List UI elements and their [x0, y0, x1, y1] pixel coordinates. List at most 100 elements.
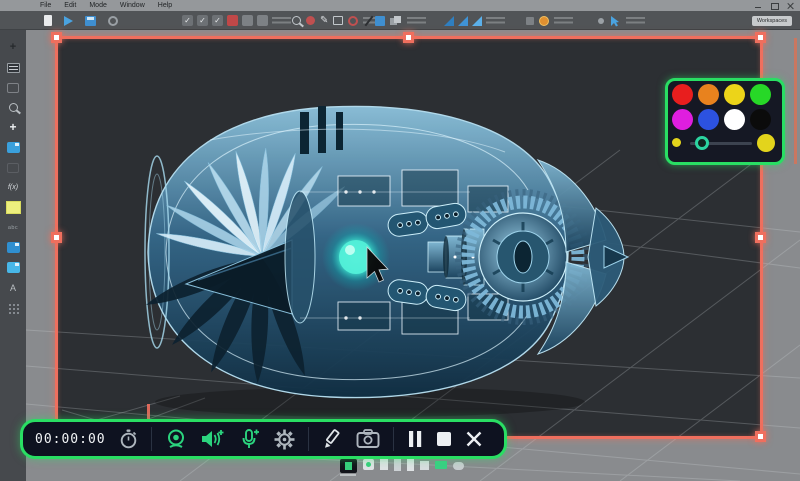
taskbar-app-icon[interactable]: [407, 459, 414, 471]
menu-help[interactable]: Help: [158, 0, 172, 11]
color-green-swatch[interactable]: [750, 84, 771, 105]
size-slider-handle[interactable]: [695, 136, 709, 150]
annotate-tool-icon[interactable]: [4, 140, 22, 155]
annotation-color-palette: [665, 78, 785, 165]
mesh-tool-icon[interactable]: [444, 15, 454, 26]
target-tool-icon[interactable]: [348, 15, 359, 26]
divider: [307, 427, 309, 451]
brush-preview-dot: [757, 134, 775, 152]
handle-top-center[interactable]: [403, 32, 414, 43]
workspaces-button[interactable]: Workspaces: [751, 16, 792, 26]
right-edge-artifact: [794, 38, 797, 164]
handle-top-left[interactable]: [51, 32, 62, 43]
compass-a-icon[interactable]: A: [4, 280, 22, 295]
speaker-plus-icon[interactable]: [200, 428, 226, 450]
close-icon[interactable]: [786, 2, 795, 10]
color-red-swatch[interactable]: [672, 84, 693, 105]
taskbar-app-icon[interactable]: [380, 459, 388, 470]
zoom-magnifier-icon[interactable]: [4, 100, 22, 115]
color-sphere-icon[interactable]: [539, 15, 549, 26]
tool-sidebar: + + f(x) abc A: [0, 30, 26, 481]
record-dot-icon[interactable]: [306, 16, 315, 25]
import-icon[interactable]: [64, 15, 73, 26]
handle-middle-right[interactable]: [755, 232, 766, 243]
toggle-snap-icon[interactable]: ✓: [182, 15, 193, 26]
taskbar-app-icon[interactable]: [435, 461, 447, 469]
color-magenta-swatch[interactable]: [672, 109, 693, 130]
toggle-grid-icon[interactable]: ✓: [197, 15, 208, 26]
menu-window[interactable]: Window: [120, 0, 145, 11]
handle-bottom-right[interactable]: [755, 431, 766, 442]
mouse-cursor: [366, 246, 389, 283]
webcam-icon[interactable]: [165, 428, 187, 450]
stopwatch-icon[interactable]: [119, 429, 138, 449]
active-color-swatch[interactable]: [4, 200, 22, 215]
size-min-dot: [672, 138, 681, 147]
microphone-plus-icon[interactable]: [239, 428, 261, 450]
maximize-icon[interactable]: [770, 2, 779, 10]
recording-timer: 00:00:00: [35, 431, 106, 447]
toolbar-label: [407, 17, 426, 24]
menu-edit[interactable]: Edit: [64, 0, 76, 11]
transform-plus-icon[interactable]: +: [4, 120, 22, 135]
save-icon[interactable]: [85, 15, 96, 26]
ghost-tool-icon[interactable]: [4, 160, 22, 175]
cube-tool-icon[interactable]: [375, 15, 385, 26]
screenshot-camera-icon[interactable]: [356, 429, 380, 449]
layers-panel-icon[interactable]: [4, 60, 22, 75]
pivot-icon[interactable]: [598, 17, 604, 24]
move-tool-icon[interactable]: +: [4, 40, 22, 55]
material-blue-icon[interactable]: [4, 240, 22, 255]
region-tool-icon[interactable]: [333, 16, 344, 25]
settings-gear-icon[interactable]: [274, 429, 295, 450]
wrench-tool-icon[interactable]: [4, 80, 22, 95]
divider: [392, 427, 394, 451]
solid-tool-icon[interactable]: [472, 15, 482, 26]
menu-file[interactable]: File: [40, 0, 51, 11]
toggle-shade-icon[interactable]: [257, 15, 268, 26]
grid-dots-icon[interactable]: [4, 300, 22, 315]
color-black-swatch[interactable]: [750, 109, 771, 130]
handle-top-right[interactable]: [755, 32, 766, 43]
selection-edge-artifact: [147, 404, 150, 420]
menu-mode[interactable]: Mode: [89, 0, 107, 11]
close-icon[interactable]: [465, 430, 483, 448]
minimize-icon[interactable]: [754, 2, 763, 10]
material-cyan-icon[interactable]: [4, 260, 22, 275]
toolbar-label: [626, 17, 645, 24]
capture-region-border[interactable]: [55, 36, 763, 439]
surface-tool-icon[interactable]: [458, 15, 468, 26]
material-tool-icon[interactable]: [526, 16, 534, 25]
toggle-axis-icon[interactable]: ✓: [212, 15, 223, 26]
taskbar-app-icon[interactable]: [363, 459, 374, 470]
taskbar-app-icon[interactable]: [420, 461, 429, 470]
new-document-icon[interactable]: [44, 15, 52, 26]
handle-middle-left[interactable]: [51, 232, 62, 243]
window-controls: [754, 0, 795, 11]
zoom-tool-icon[interactable]: [292, 16, 301, 25]
select-arrow-icon[interactable]: [609, 15, 621, 27]
app-window: File Edit Mode Window Help ✓ ✓ ✓ ✎ Works…: [0, 0, 800, 481]
text-abc-icon[interactable]: abc: [4, 220, 22, 235]
recorder-toolbar: 00:00:00: [20, 419, 507, 459]
pause-icon[interactable]: [407, 430, 423, 448]
taskbar-icons: [340, 459, 464, 479]
taskbar-app-icon[interactable]: [340, 459, 357, 476]
taskbar-app-icon[interactable]: [453, 462, 464, 470]
divider: [150, 427, 152, 451]
pencil-icon[interactable]: [322, 428, 343, 450]
refresh-icon[interactable]: [108, 15, 118, 26]
toggle-record-icon[interactable]: [227, 15, 238, 26]
menu-bar: File Edit Mode Window Help: [0, 0, 800, 11]
function-fx-icon[interactable]: f(x): [4, 180, 22, 195]
color-white-swatch[interactable]: [724, 109, 745, 130]
color-blue-swatch[interactable]: [698, 109, 719, 130]
color-yellow-swatch[interactable]: [724, 84, 745, 105]
toggle-view-icon[interactable]: [242, 15, 253, 26]
stop-icon[interactable]: [436, 431, 452, 447]
color-orange-swatch[interactable]: [698, 84, 719, 105]
draw-tool-icon[interactable]: ✎: [320, 15, 328, 27]
toolbar-label: [486, 17, 505, 24]
group-objects-icon[interactable]: [390, 15, 402, 26]
taskbar-app-icon[interactable]: [394, 459, 401, 471]
